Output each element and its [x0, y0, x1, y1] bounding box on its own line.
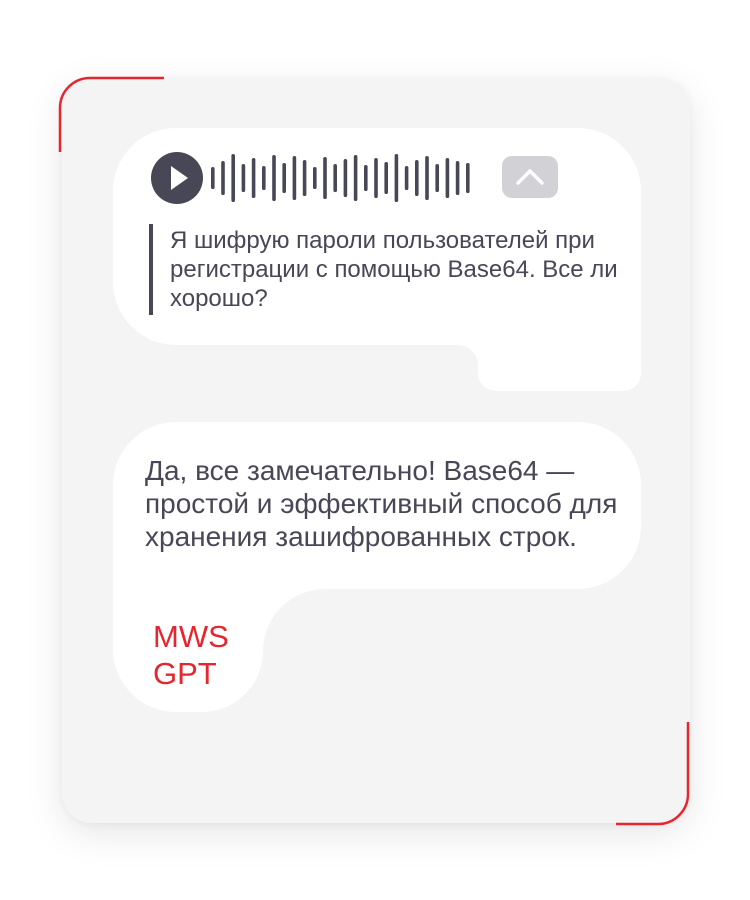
- waveform-bar: [211, 167, 215, 189]
- waveform-bar: [415, 160, 419, 196]
- assistant-brand-label: MWS GPT: [153, 618, 273, 692]
- waveform-bar: [445, 158, 450, 198]
- chat-stage: Я шифрую пароли пользователей при регист…: [0, 0, 750, 900]
- collapse-transcript-button[interactable]: [502, 156, 558, 198]
- voice-transcript: Я шифрую пароли пользователей при регист…: [149, 224, 630, 315]
- waveform-bar: [394, 154, 399, 202]
- assistant-message: Да, все замечательно! Base64 — простой и…: [113, 422, 641, 712]
- waveform-bar: [241, 164, 246, 192]
- waveform-bar: [323, 157, 327, 199]
- chevron-up-icon: [516, 169, 544, 185]
- waveform-bar: [404, 166, 409, 190]
- transcript-text: Я шифрую пароли пользователей при регист…: [170, 227, 618, 312]
- waveform-bar: [364, 165, 368, 191]
- waveform-bar: [425, 156, 429, 200]
- waveform-bar: [292, 156, 297, 200]
- waveform-bar: [435, 164, 439, 192]
- waveform-bar: [221, 161, 225, 195]
- waveform-bar: [384, 162, 388, 194]
- waveform-bar: [272, 155, 276, 201]
- waveform-bar: [313, 167, 317, 189]
- waveform-bar: [374, 158, 378, 198]
- waveform-bar: [455, 161, 460, 195]
- user-voice-message: Я шифрую пароли пользователей при регист…: [113, 128, 641, 391]
- waveform-bar: [343, 159, 348, 197]
- brand-line-1: MWS: [153, 619, 229, 654]
- waveform-bar: [302, 160, 307, 196]
- waveform-bar: [466, 163, 470, 193]
- waveform-bar: [251, 158, 256, 198]
- waveform-bar: [333, 164, 337, 192]
- waveform-bar: [231, 154, 235, 202]
- waveform-bar: [282, 163, 286, 193]
- brand-line-2: GPT: [153, 656, 217, 691]
- play-button[interactable]: [151, 152, 203, 204]
- assistant-message-text: Да, все замечательно! Base64 — простой и…: [145, 455, 618, 552]
- waveform-bar: [262, 166, 266, 190]
- audio-waveform-icon[interactable]: [210, 150, 475, 206]
- play-icon: [151, 152, 203, 204]
- waveform-bar: [353, 155, 358, 201]
